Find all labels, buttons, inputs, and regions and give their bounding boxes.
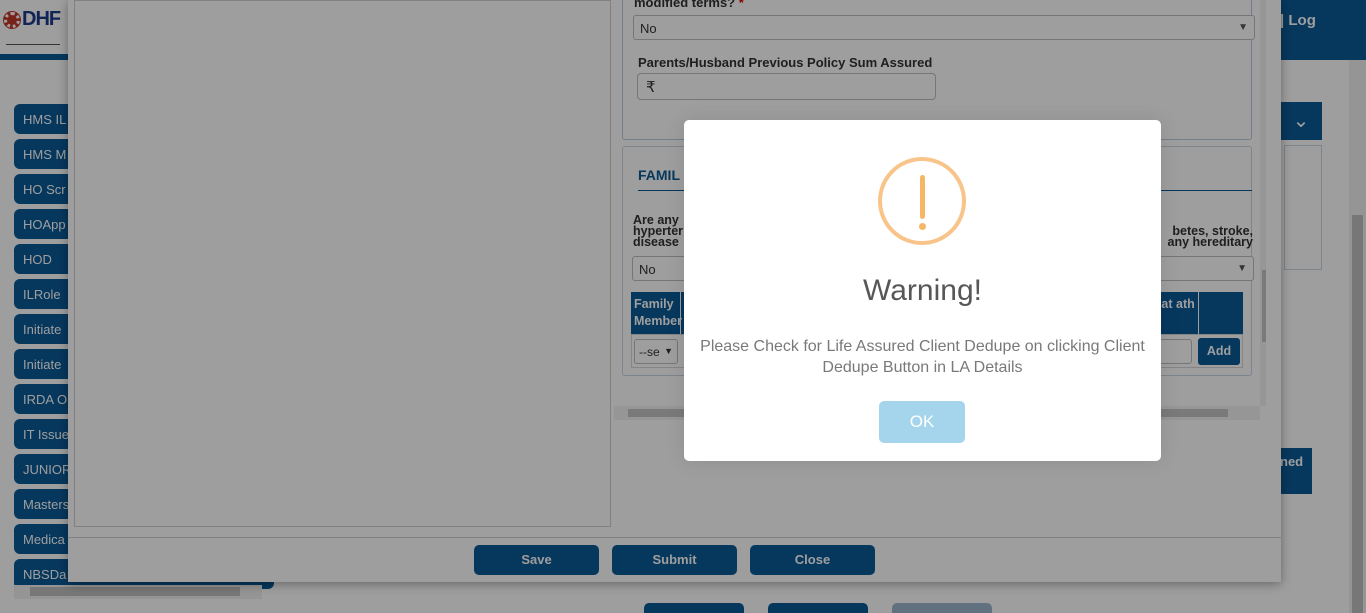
dialog-message: Please Check for Life Assured Client Ded… bbox=[700, 338, 1145, 376]
exclamation-bar bbox=[920, 175, 925, 219]
ok-button[interactable]: OK bbox=[879, 401, 965, 443]
modal-overlay bbox=[0, 0, 1366, 613]
dialog-title: Warning! bbox=[863, 274, 982, 307]
exclamation-dot bbox=[919, 223, 926, 230]
warning-exclamation-icon bbox=[878, 157, 966, 245]
warning-dialog: Warning! Please Check for Life Assured C… bbox=[684, 120, 1161, 461]
